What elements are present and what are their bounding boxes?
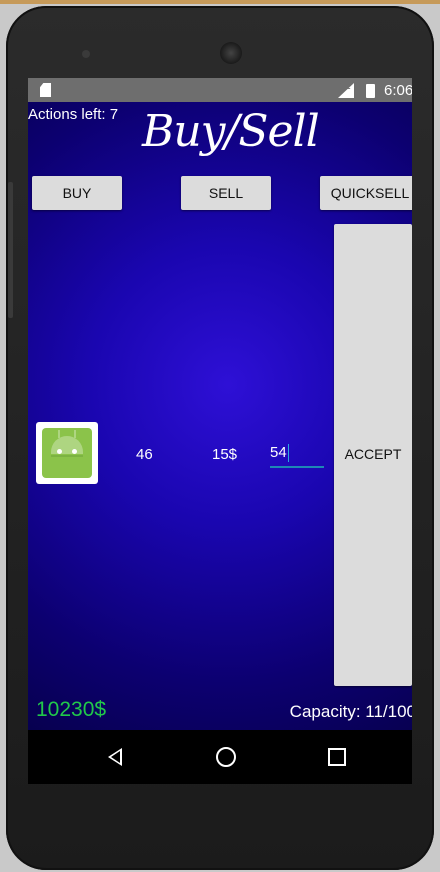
navigation-bar: [28, 730, 412, 784]
side-button: [8, 182, 13, 318]
buy-button[interactable]: BUY: [32, 176, 122, 210]
network-type: LTE: [336, 82, 351, 91]
status-bar: LTE 6:06: [28, 78, 412, 102]
amount-input-value: 54: [270, 444, 287, 461]
home-icon[interactable]: [216, 747, 236, 767]
item-price: 15$: [212, 446, 238, 463]
robot-eye-right: [72, 449, 77, 454]
amount-input[interactable]: 54: [270, 442, 324, 468]
recents-icon[interactable]: [328, 748, 346, 766]
accept-button[interactable]: ACCEPT: [334, 224, 412, 686]
battery-icon: [366, 84, 375, 98]
robot-eye-left: [57, 449, 62, 454]
quicksell-button[interactable]: QUICKSELL: [320, 176, 412, 210]
status-time: 6:06: [384, 82, 412, 99]
accept-button-label: ACCEPT: [344, 446, 402, 462]
sd-card-icon: [40, 83, 51, 97]
proximity-sensor: [368, 50, 388, 56]
item-quantity: 46: [136, 446, 153, 463]
text-caret: [288, 444, 289, 462]
sell-button[interactable]: SELL: [181, 176, 271, 210]
screen: LTE 6:06 Actions left: 7 Buy/Sell BUY SE…: [28, 78, 412, 784]
earpiece-speaker: [220, 42, 242, 64]
device-top-edge: [0, 0, 440, 4]
page-title: Buy/Sell: [142, 106, 320, 157]
back-icon[interactable]: [108, 748, 122, 766]
robot-body: [51, 455, 83, 477]
robot-head: [51, 436, 83, 454]
front-camera: [82, 50, 90, 58]
money-balance: 10230$: [36, 698, 107, 721]
android-icon: [36, 422, 98, 484]
buy-sell-screen: Actions left: 7 Buy/Sell BUY SELL QUICKS…: [28, 102, 412, 730]
capacity-label: Capacity: 11/100: [289, 702, 412, 721]
actions-left-label: Actions left: 7: [28, 106, 119, 123]
android-robot: [42, 428, 92, 478]
